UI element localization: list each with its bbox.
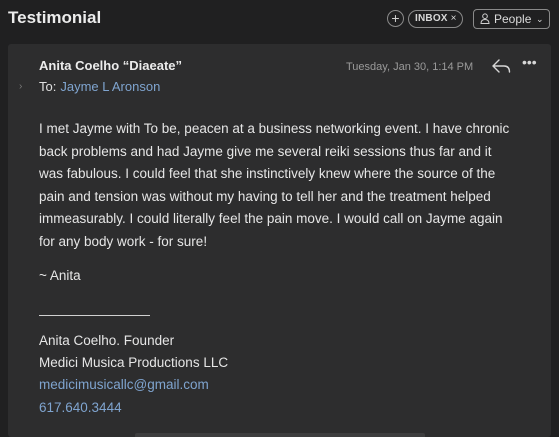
add-label-button[interactable]: + [387, 10, 404, 27]
to-label: To: [39, 79, 57, 94]
bottom-scroll-edge [135, 433, 425, 437]
message-card: Anita Coelho “Diaeate” Tuesday, Jan 30, … [8, 44, 551, 437]
people-button[interactable]: People ⌄ [473, 9, 550, 29]
thread-header: Testimonial + INBOX × People ⌄ [0, 0, 559, 40]
recipients-row: To: Jayme L Aronson [39, 79, 160, 94]
more-icon[interactable]: ••• [522, 55, 537, 69]
expand-recipients-icon[interactable]: › [19, 81, 22, 92]
people-label: People [494, 12, 532, 26]
recipient-link[interactable]: Jayme L Aronson [60, 79, 160, 94]
person-icon [480, 13, 490, 24]
signature-name: Anita Coelho. Founder [39, 333, 175, 348]
label-chip-text: INBOX [415, 13, 448, 24]
sender-name[interactable]: Anita Coelho “Diaeate” [39, 58, 182, 73]
message-body: I met Jayme with To be, peacen at a busi… [39, 121, 510, 249]
label-chip-inbox[interactable]: INBOX × [408, 10, 463, 28]
message-date: Tuesday, Jan 30, 1:14 PM [346, 61, 474, 73]
signature-phone-link[interactable]: 617.640.3444 [39, 400, 122, 415]
reply-icon[interactable] [490, 57, 512, 75]
remove-label-icon[interactable]: × [451, 13, 457, 24]
signoff-text: ~ Anita [39, 268, 81, 283]
signature-divider [39, 315, 150, 316]
chevron-down-icon: ⌄ [536, 14, 544, 24]
signature-email-link[interactable]: medicimusicallc@gmail.com [39, 377, 209, 392]
signature-company: Medici Musica Productions LLC [39, 355, 229, 370]
thread-subject: Testimonial [8, 8, 102, 27]
